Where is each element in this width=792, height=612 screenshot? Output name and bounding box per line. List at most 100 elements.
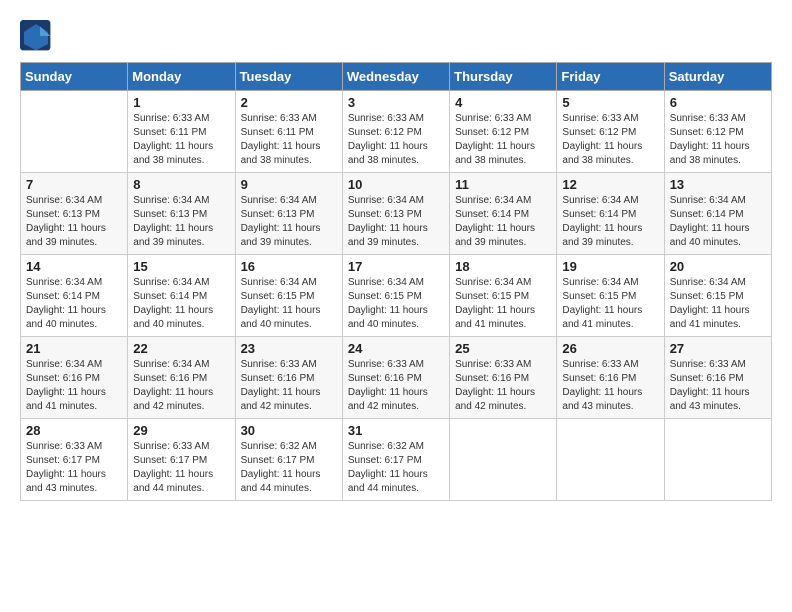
calendar-week-row: 1 Sunrise: 6:33 AM Sunset: 6:11 PM Daylig… bbox=[21, 91, 772, 173]
calendar-cell: 3 Sunrise: 6:33 AM Sunset: 6:12 PM Daylig… bbox=[342, 91, 449, 173]
day-info: Sunrise: 6:34 AM Sunset: 6:16 PM Dayligh… bbox=[133, 358, 229, 414]
day-number: 19 bbox=[562, 259, 658, 274]
day-info: Sunrise: 6:33 AM Sunset: 6:17 PM Dayligh… bbox=[26, 440, 122, 496]
day-info: Sunrise: 6:33 AM Sunset: 6:12 PM Dayligh… bbox=[348, 112, 444, 168]
calendar-cell: 8 Sunrise: 6:34 AM Sunset: 6:13 PM Daylig… bbox=[128, 173, 235, 255]
calendar-cell bbox=[450, 419, 557, 501]
day-number: 6 bbox=[670, 95, 766, 110]
calendar-cell: 10Sunrise: 6:34 AM Sunset: 6:13 PM Dayli… bbox=[342, 173, 449, 255]
calendar-cell: 1Sunrise: 6:33 AM Sunset: 6:11 PM Daylig… bbox=[128, 91, 235, 173]
day-number: 31 bbox=[348, 423, 444, 438]
day-number: 1 bbox=[133, 95, 229, 110]
calendar-week-row: 7 Sunrise: 6:34 AM Sunset: 6:13 PM Daylig… bbox=[21, 173, 772, 255]
calendar-cell bbox=[664, 419, 771, 501]
calendar-cell: 2 Sunrise: 6:33 AM Sunset: 6:11 PM Daylig… bbox=[235, 91, 342, 173]
day-info: Sunrise: 6:34 AM Sunset: 6:15 PM Dayligh… bbox=[455, 276, 551, 332]
day-info: Sunrise: 6:33 AM Sunset: 6:16 PM Dayligh… bbox=[562, 358, 658, 414]
calendar-cell: 11 Sunrise: 6:34 AM Sunset: 6:14 PM Dayli… bbox=[450, 173, 557, 255]
day-info: Sunrise: 6:33 AM Sunset: 6:16 PM Dayligh… bbox=[455, 358, 551, 414]
day-info: Sunrise: 6:34 AM Sunset: 6:14 PM Dayligh… bbox=[26, 276, 122, 332]
day-number: 9 bbox=[241, 177, 337, 192]
day-number: 17 bbox=[348, 259, 444, 274]
day-info: Sunrise: 6:34 AM Sunset: 6:16 PM Dayligh… bbox=[26, 358, 122, 414]
day-number: 30 bbox=[241, 423, 337, 438]
day-info: Sunrise: 6:34 AM Sunset: 6:14 PM Dayligh… bbox=[455, 194, 551, 250]
calendar-cell: 21 Sunrise: 6:34 AM Sunset: 6:16 PM Dayli… bbox=[21, 337, 128, 419]
day-number: 16 bbox=[241, 259, 337, 274]
calendar-cell: 17Sunrise: 6:34 AM Sunset: 6:15 PM Dayli… bbox=[342, 255, 449, 337]
calendar-cell: 18 Sunrise: 6:34 AM Sunset: 6:15 PM Dayli… bbox=[450, 255, 557, 337]
day-number: 15 bbox=[133, 259, 229, 274]
calendar-cell: 19 Sunrise: 6:34 AM Sunset: 6:15 PM Dayli… bbox=[557, 255, 664, 337]
calendar-table: SundayMondayTuesdayWednesdayThursdayFrid… bbox=[20, 62, 772, 501]
column-header-monday: Monday bbox=[128, 63, 235, 91]
day-number: 24 bbox=[348, 341, 444, 356]
day-number: 12 bbox=[562, 177, 658, 192]
calendar-week-row: 21 Sunrise: 6:34 AM Sunset: 6:16 PM Dayli… bbox=[21, 337, 772, 419]
calendar-cell: 25Sunrise: 6:33 AM Sunset: 6:16 PM Dayli… bbox=[450, 337, 557, 419]
day-info: Sunrise: 6:34 AM Sunset: 6:13 PM Dayligh… bbox=[133, 194, 229, 250]
day-number: 26 bbox=[562, 341, 658, 356]
calendar-cell: 15 Sunrise: 6:34 AM Sunset: 6:14 PM Dayli… bbox=[128, 255, 235, 337]
day-number: 7 bbox=[26, 177, 122, 192]
day-info: Sunrise: 6:33 AM Sunset: 6:16 PM Dayligh… bbox=[670, 358, 766, 414]
calendar-cell: 16 Sunrise: 6:34 AM Sunset: 6:15 PM Dayli… bbox=[235, 255, 342, 337]
day-number: 28 bbox=[26, 423, 122, 438]
calendar-cell: 9 Sunrise: 6:34 AM Sunset: 6:13 PM Daylig… bbox=[235, 173, 342, 255]
day-number: 5 bbox=[562, 95, 658, 110]
day-info: Sunrise: 6:33 AM Sunset: 6:16 PM Dayligh… bbox=[241, 358, 337, 414]
page-header bbox=[20, 20, 772, 52]
day-info: Sunrise: 6:33 AM Sunset: 6:12 PM Dayligh… bbox=[455, 112, 551, 168]
calendar-cell bbox=[557, 419, 664, 501]
column-header-thursday: Thursday bbox=[450, 63, 557, 91]
logo bbox=[20, 20, 56, 52]
column-header-saturday: Saturday bbox=[664, 63, 771, 91]
day-number: 27 bbox=[670, 341, 766, 356]
calendar-cell: 6Sunrise: 6:33 AM Sunset: 6:12 PM Daylig… bbox=[664, 91, 771, 173]
day-number: 3 bbox=[348, 95, 444, 110]
day-info: Sunrise: 6:34 AM Sunset: 6:15 PM Dayligh… bbox=[562, 276, 658, 332]
calendar-cell: 14 Sunrise: 6:34 AM Sunset: 6:14 PM Dayli… bbox=[21, 255, 128, 337]
day-number: 8 bbox=[133, 177, 229, 192]
day-number: 29 bbox=[133, 423, 229, 438]
day-info: Sunrise: 6:34 AM Sunset: 6:13 PM Dayligh… bbox=[348, 194, 444, 250]
day-info: Sunrise: 6:34 AM Sunset: 6:14 PM Dayligh… bbox=[133, 276, 229, 332]
calendar-cell: 29 Sunrise: 6:33 AM Sunset: 6:17 PM Dayli… bbox=[128, 419, 235, 501]
day-number: 2 bbox=[241, 95, 337, 110]
day-number: 11 bbox=[455, 177, 551, 192]
calendar-cell: 4 Sunrise: 6:33 AM Sunset: 6:12 PM Daylig… bbox=[450, 91, 557, 173]
day-number: 20 bbox=[670, 259, 766, 274]
calendar-cell: 28 Sunrise: 6:33 AM Sunset: 6:17 PM Dayli… bbox=[21, 419, 128, 501]
day-info: Sunrise: 6:34 AM Sunset: 6:15 PM Dayligh… bbox=[241, 276, 337, 332]
column-header-tuesday: Tuesday bbox=[235, 63, 342, 91]
day-number: 21 bbox=[26, 341, 122, 356]
calendar-cell: 26 Sunrise: 6:33 AM Sunset: 6:16 PM Dayli… bbox=[557, 337, 664, 419]
day-info: Sunrise: 6:34 AM Sunset: 6:14 PM Dayligh… bbox=[562, 194, 658, 250]
calendar-cell: 12 Sunrise: 6:34 AM Sunset: 6:14 PM Dayli… bbox=[557, 173, 664, 255]
day-info: Sunrise: 6:32 AM Sunset: 6:17 PM Dayligh… bbox=[241, 440, 337, 496]
calendar-cell: 30 Sunrise: 6:32 AM Sunset: 6:17 PM Dayli… bbox=[235, 419, 342, 501]
day-info: Sunrise: 6:34 AM Sunset: 6:13 PM Dayligh… bbox=[26, 194, 122, 250]
day-info: Sunrise: 6:33 AM Sunset: 6:17 PM Dayligh… bbox=[133, 440, 229, 496]
day-number: 18 bbox=[455, 259, 551, 274]
day-number: 14 bbox=[26, 259, 122, 274]
column-header-wednesday: Wednesday bbox=[342, 63, 449, 91]
day-info: Sunrise: 6:34 AM Sunset: 6:14 PM Dayligh… bbox=[670, 194, 766, 250]
day-number: 13 bbox=[670, 177, 766, 192]
calendar-cell: 5Sunrise: 6:33 AM Sunset: 6:12 PM Daylig… bbox=[557, 91, 664, 173]
day-info: Sunrise: 6:34 AM Sunset: 6:15 PM Dayligh… bbox=[670, 276, 766, 332]
calendar-cell: 22 Sunrise: 6:34 AM Sunset: 6:16 PM Dayli… bbox=[128, 337, 235, 419]
day-info: Sunrise: 6:34 AM Sunset: 6:13 PM Dayligh… bbox=[241, 194, 337, 250]
calendar-week-row: 14 Sunrise: 6:34 AM Sunset: 6:14 PM Dayli… bbox=[21, 255, 772, 337]
day-info: Sunrise: 6:33 AM Sunset: 6:11 PM Dayligh… bbox=[241, 112, 337, 168]
calendar-cell: 31Sunrise: 6:32 AM Sunset: 6:17 PM Dayli… bbox=[342, 419, 449, 501]
calendar-cell: 27 Sunrise: 6:33 AM Sunset: 6:16 PM Dayli… bbox=[664, 337, 771, 419]
calendar-header-row: SundayMondayTuesdayWednesdayThursdayFrid… bbox=[21, 63, 772, 91]
day-number: 22 bbox=[133, 341, 229, 356]
calendar-cell: 13 Sunrise: 6:34 AM Sunset: 6:14 PM Dayli… bbox=[664, 173, 771, 255]
day-number: 4 bbox=[455, 95, 551, 110]
calendar-cell: 24 Sunrise: 6:33 AM Sunset: 6:16 PM Dayli… bbox=[342, 337, 449, 419]
calendar-week-row: 28 Sunrise: 6:33 AM Sunset: 6:17 PM Dayli… bbox=[21, 419, 772, 501]
day-info: Sunrise: 6:33 AM Sunset: 6:16 PM Dayligh… bbox=[348, 358, 444, 414]
calendar-cell: 7 Sunrise: 6:34 AM Sunset: 6:13 PM Daylig… bbox=[21, 173, 128, 255]
